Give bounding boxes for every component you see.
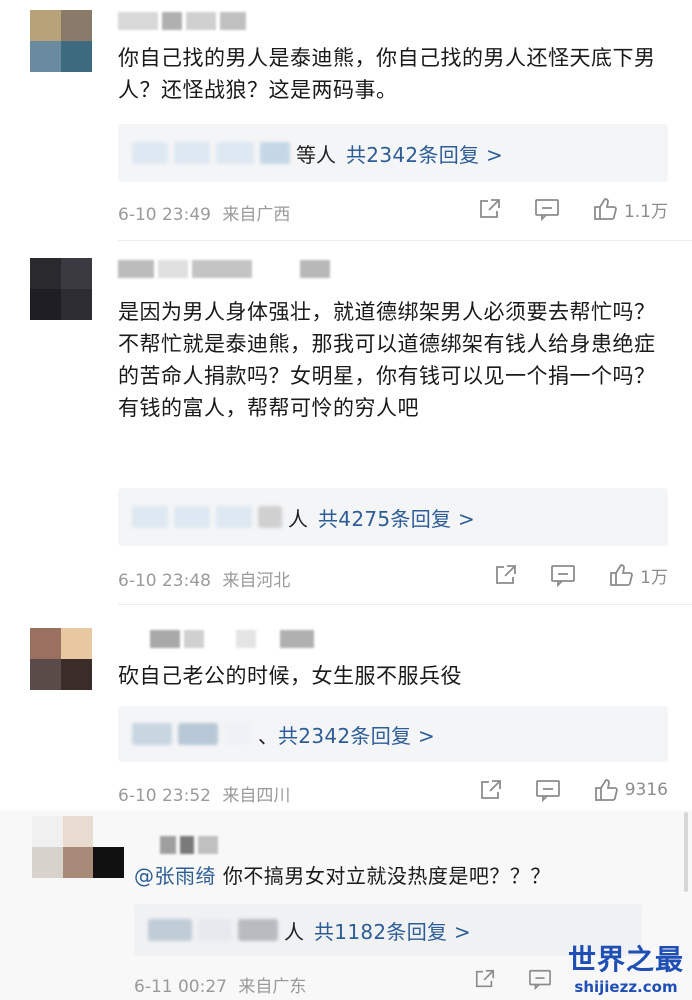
site-watermark: 世界之最 shijiezz.com <box>568 938 684 996</box>
username-blurred[interactable] <box>118 12 246 32</box>
comment-meta: 6-11 00:27 来自广东 <box>134 972 306 997</box>
like-button[interactable]: 1万 <box>608 562 668 588</box>
watermark-title: 世界之最 <box>567 943 684 976</box>
replies-prefix: 等人 <box>296 142 336 167</box>
comment-actions: 1万 <box>494 562 668 588</box>
divider <box>118 240 692 241</box>
like-count: 1万 <box>640 567 668 588</box>
share-icon[interactable] <box>478 197 502 221</box>
location: 来自四川 <box>222 786 291 806</box>
comment-meta: 6-10 23:48 来自河北 <box>118 566 290 591</box>
like-icon <box>593 777 619 803</box>
like-icon <box>608 562 634 588</box>
timestamp: 6-11 00:27 <box>134 977 227 997</box>
username-blurred[interactable] <box>160 836 218 856</box>
like-icon <box>592 196 618 222</box>
comment-actions: 1.1万 <box>478 196 668 222</box>
location: 来自广西 <box>222 205 291 225</box>
replies-count-link[interactable]: 共1182条回复 > <box>314 916 471 945</box>
divider <box>118 604 692 605</box>
like-count: 9316 <box>624 780 668 800</box>
avatar[interactable] <box>30 258 92 320</box>
location: 来自河北 <box>222 571 291 591</box>
replies-box[interactable]: 等人 共2342条回复 > <box>118 124 668 182</box>
username-blurred[interactable] <box>150 630 314 650</box>
timestamp: 6-10 23:49 <box>118 205 211 225</box>
share-icon[interactable] <box>494 563 518 587</box>
comment-icon[interactable] <box>550 563 576 587</box>
replies-prefix: 、 <box>258 723 278 748</box>
mention-link[interactable]: @张雨绮 <box>134 864 216 888</box>
comment-icon[interactable] <box>535 778 561 802</box>
replies-count-link[interactable]: 共2342条回复 > <box>278 720 435 749</box>
like-button[interactable]: 9316 <box>593 777 668 803</box>
comment-text: 砍自己老公的时候，女生服不服兵役 <box>118 664 462 688</box>
replies-prefix: 人 <box>284 919 304 944</box>
comment-icon[interactable] <box>528 968 552 990</box>
replies-box[interactable]: 人 共4275条回复 > <box>118 488 668 546</box>
timestamp: 6-10 23:48 <box>118 571 211 591</box>
scrollbar[interactable] <box>684 812 688 892</box>
replies-box[interactable]: 、 共2342条回复 > <box>118 706 668 762</box>
comment-meta: 6-10 23:52 来自四川 <box>118 781 290 806</box>
replies-count-link[interactable]: 共4275条回复 > <box>318 503 475 532</box>
comment-actions <box>474 968 552 990</box>
comment-text-content: 你不搞男女对立就没热度是吧？？？ <box>216 864 551 888</box>
comment-actions: 9316 <box>479 777 668 803</box>
like-count: 1.1万 <box>623 201 668 222</box>
avatar[interactable] <box>30 628 92 690</box>
share-icon[interactable] <box>474 968 496 990</box>
like-button[interactable]: 1.1万 <box>592 196 668 222</box>
replies-count-link[interactable]: 共2342条回复 > <box>346 139 503 168</box>
avatar[interactable] <box>32 816 124 878</box>
watermark-url: shijiezz.com <box>574 978 678 996</box>
comment-meta: 6-10 23:49 来自广西 <box>118 200 290 225</box>
replies-box[interactable]: 人 共1182条回复 > <box>134 904 642 956</box>
comment-text: 是因为男人身体强壮，就道德绑架男人必须要去帮忙吗？不帮忙就是泰迪熊，那我可以道德… <box>118 300 656 420</box>
share-icon[interactable] <box>479 778 503 802</box>
comment-text: 你自己找的男人是泰迪熊，你自己找的男人还怪天底下男人？还怪战狼？这是两码事。 <box>118 46 656 102</box>
comment-text: @张雨绮 你不搞男女对立就没热度是吧？？？ <box>134 860 658 892</box>
timestamp: 6-10 23:52 <box>118 786 211 806</box>
avatar[interactable] <box>30 10 92 72</box>
username-blurred[interactable] <box>118 260 330 280</box>
comment-icon[interactable] <box>534 197 560 221</box>
replies-prefix: 人 <box>288 506 308 531</box>
location: 来自广东 <box>238 977 307 997</box>
